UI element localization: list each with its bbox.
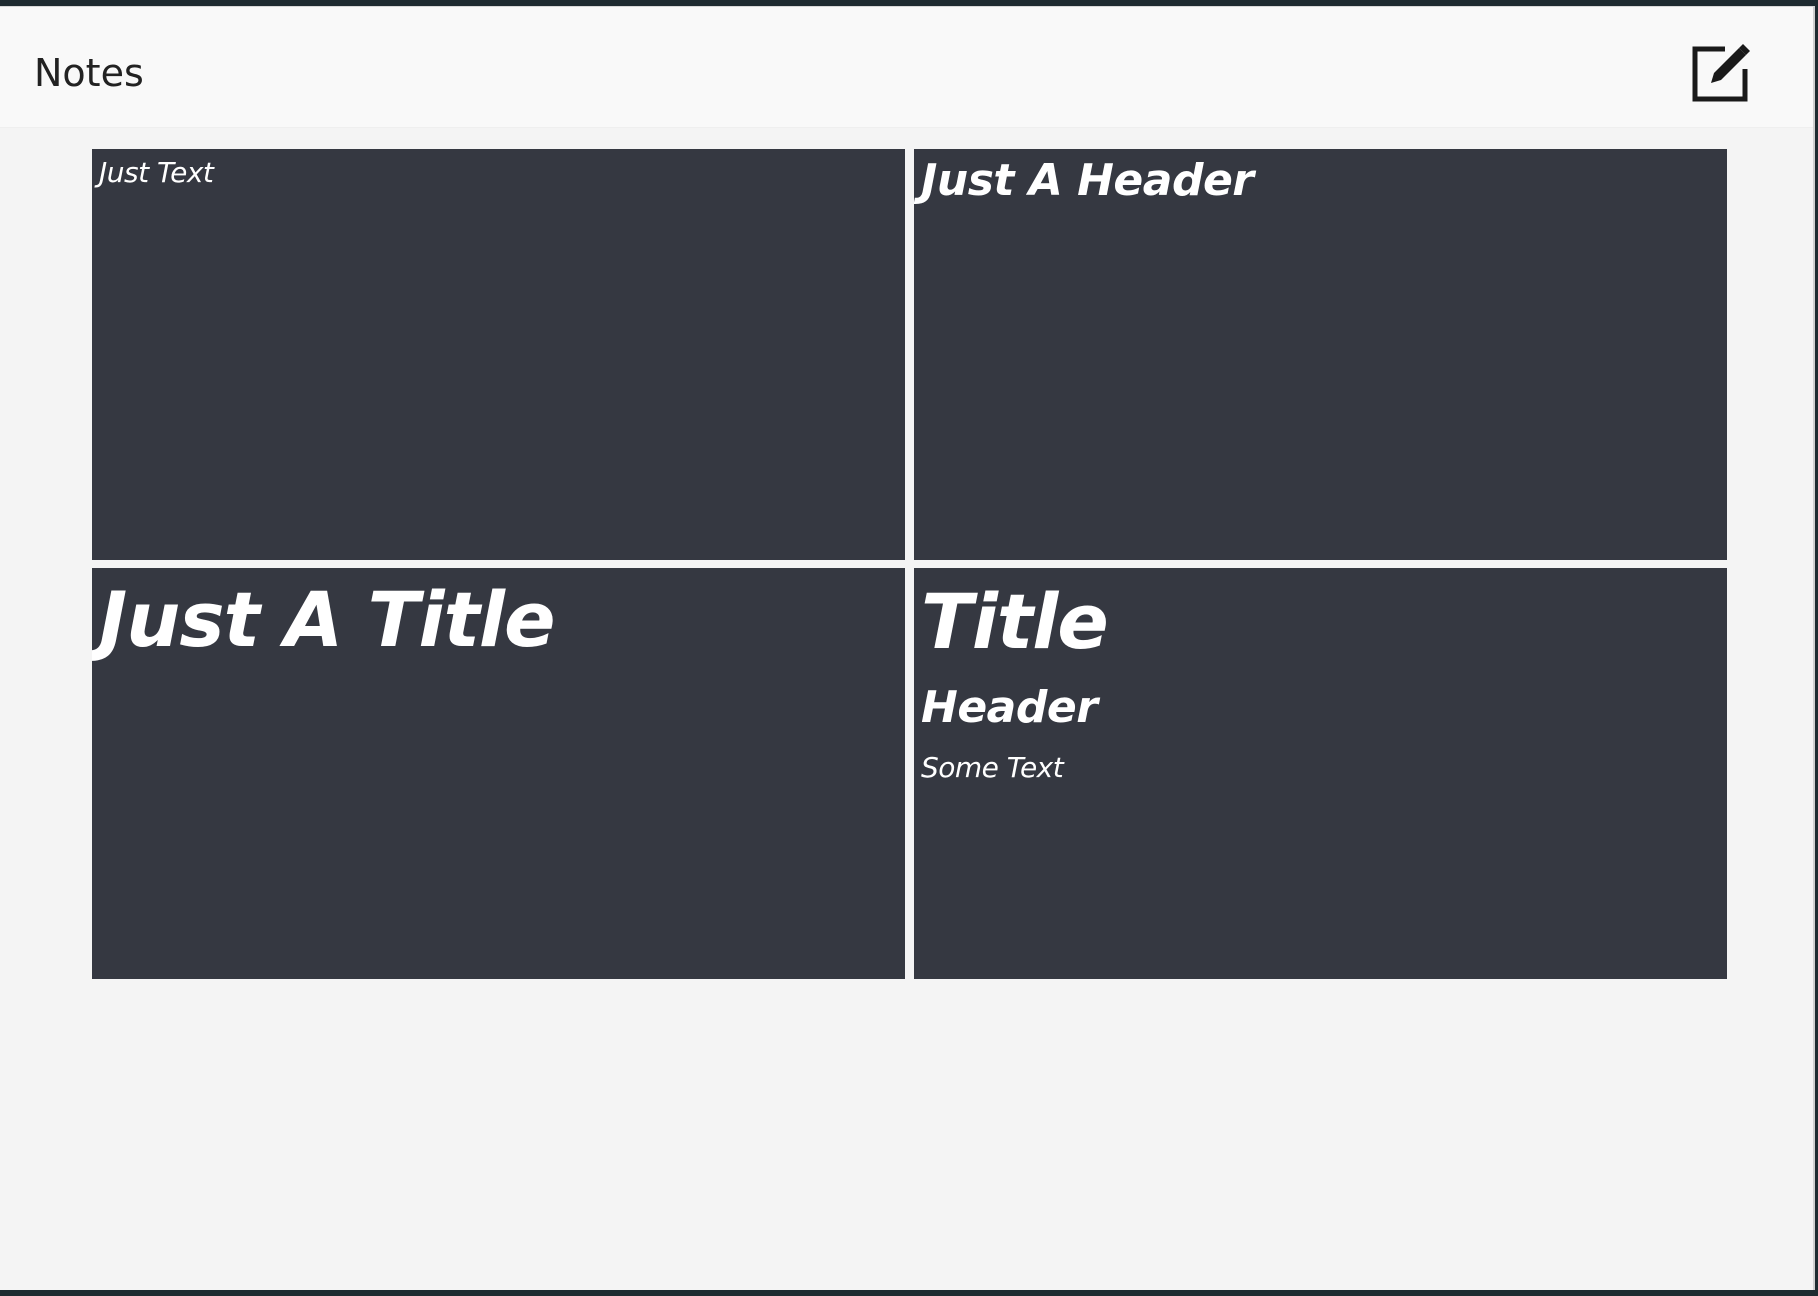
note-text: Just Text <box>99 156 214 189</box>
note-card[interactable]: Title Header Some Text <box>914 568 1727 979</box>
note-card[interactable]: Just A Title <box>92 568 905 979</box>
app-header: Notes <box>0 7 1813 128</box>
notes-window: Notes Just Text Just A Header Just A Tit… <box>0 6 1815 1290</box>
note-title: Title <box>921 577 1109 666</box>
notes-grid: Just Text Just A Header Just A Title Tit… <box>92 149 1728 979</box>
note-card[interactable]: Just Text <box>92 149 905 560</box>
note-text: Some Text <box>921 751 1064 784</box>
note-card[interactable]: Just A Header <box>914 149 1727 560</box>
note-header: Just A Header <box>921 155 1254 206</box>
note-title: Just A Title <box>99 575 556 664</box>
note-header: Header <box>921 682 1098 733</box>
new-note-button[interactable] <box>1687 39 1755 107</box>
compose-edit-icon <box>1692 44 1750 102</box>
app-title: Notes <box>34 51 144 95</box>
